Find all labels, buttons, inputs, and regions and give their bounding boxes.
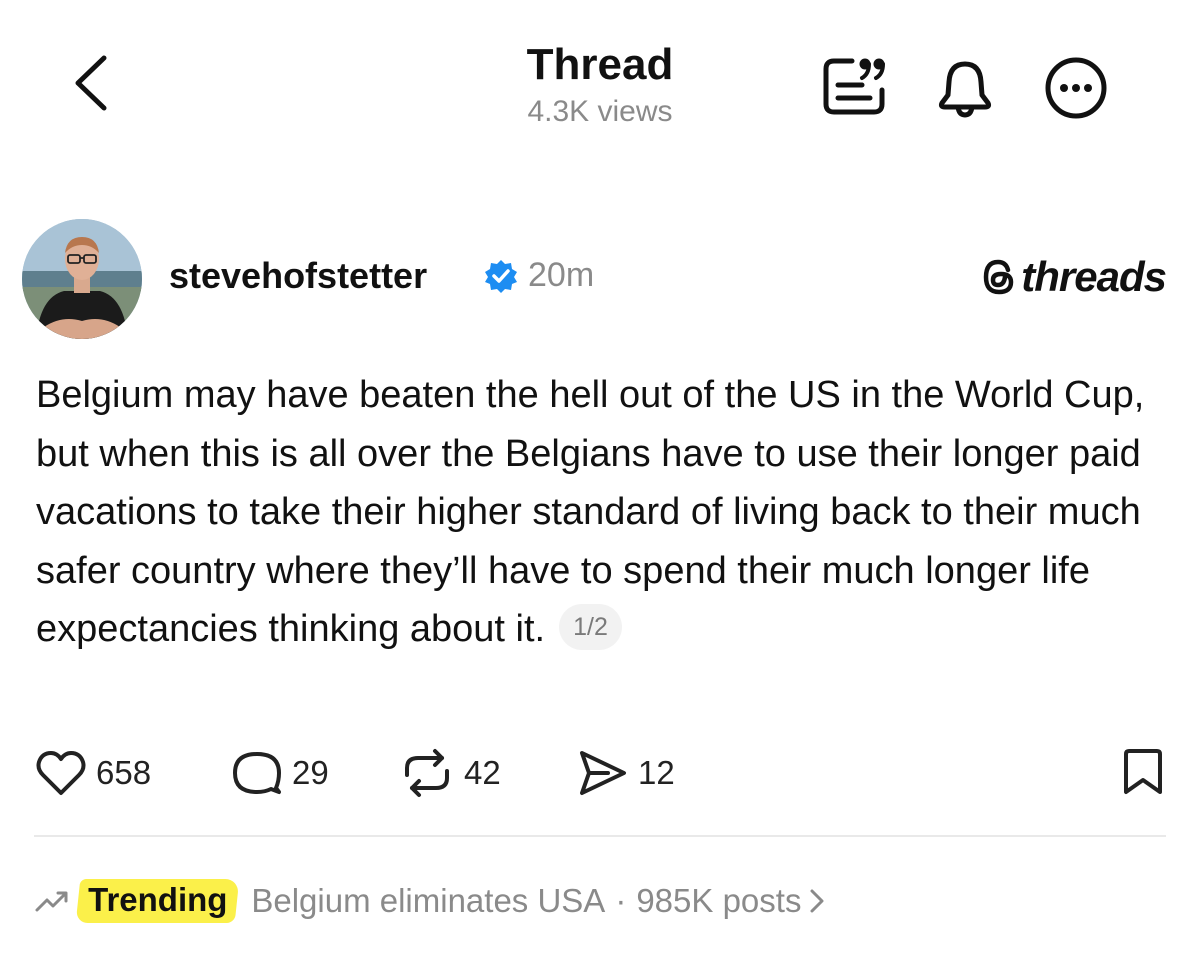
threads-watermark: threads: [981, 253, 1167, 301]
trending-post-count: 985K posts: [636, 882, 802, 919]
share-button[interactable]: 12: [578, 748, 675, 798]
chevron-left-icon: [75, 55, 107, 111]
reply-button[interactable]: 29: [232, 748, 329, 798]
page-indicator: 1/2: [559, 603, 622, 650]
send-icon: [580, 751, 626, 795]
more-icon: [1045, 57, 1107, 119]
comment-icon: [233, 752, 281, 794]
verified-badge: [484, 259, 518, 293]
repost-count: 42: [464, 754, 501, 791]
repost-button[interactable]: 42: [400, 748, 501, 798]
view-count: 4.3K views: [527, 95, 673, 128]
trending-topic: Belgium eliminates USA: [251, 882, 606, 919]
notifications-button[interactable]: [932, 55, 998, 121]
quotes-icon: [823, 58, 885, 115]
bell-icon: [938, 61, 992, 118]
bookmark-icon: [1124, 749, 1162, 794]
trending-label-text: Trending: [88, 881, 228, 918]
trending-separator: ·: [615, 882, 627, 919]
quotes-button[interactable]: [818, 52, 890, 118]
trending-link[interactable]: Trending Belgium eliminates USA · 985K p…: [34, 876, 827, 926]
post-time: 20m: [528, 256, 595, 294]
trending-arrow-icon: [35, 891, 68, 912]
like-count: 658: [96, 754, 152, 791]
username[interactable]: stevehofstetter: [169, 255, 427, 297]
heart-icon: [36, 751, 86, 795]
post-body: Belgium may have beaten the hell out of …: [36, 366, 1146, 659]
avatar-image: [22, 219, 142, 339]
share-count: 12: [638, 754, 675, 791]
more-options-button[interactable]: [1043, 55, 1109, 121]
divider: [34, 835, 1166, 837]
reply-count: 29: [292, 754, 329, 791]
brand-name: threads: [1021, 253, 1167, 300]
like-button[interactable]: 658: [36, 748, 151, 798]
chevron-right-icon: [810, 889, 824, 913]
save-button[interactable]: [1118, 746, 1168, 796]
back-button[interactable]: [64, 52, 120, 114]
avatar[interactable]: [22, 219, 142, 339]
trending-label: Trending: [75, 879, 240, 923]
verified-icon: [485, 260, 517, 293]
page-title: Thread: [526, 40, 674, 89]
threads-logo-icon: [984, 259, 1014, 295]
repost-icon: [405, 749, 449, 797]
